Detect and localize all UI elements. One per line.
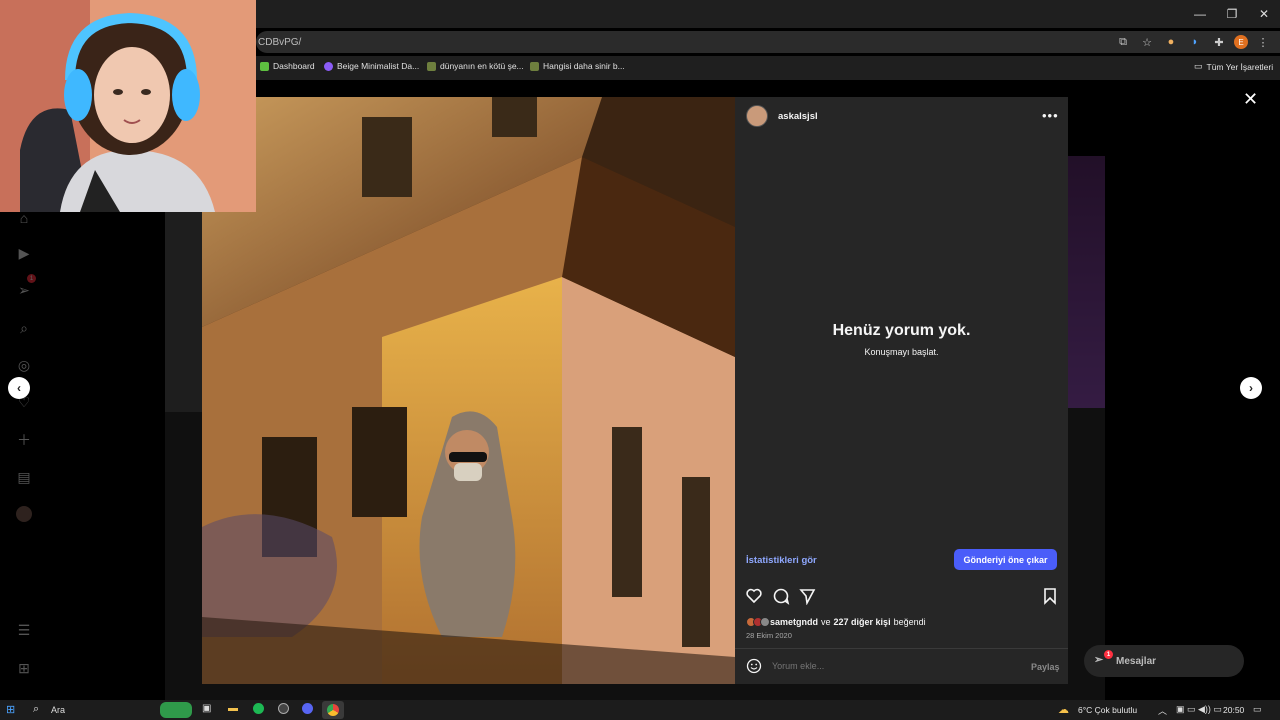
url-text[interactable]: CDBvPG/	[258, 37, 301, 48]
likers-avatars	[746, 617, 770, 627]
post-date: 28 Ekim 2020	[746, 631, 792, 640]
post-actions	[746, 587, 1058, 606]
more-options-icon[interactable]: •••	[1042, 108, 1059, 123]
all-bookmarks[interactable]: ▭ Tüm Yer İşaretleri	[1194, 61, 1273, 72]
bookmark-hangisi[interactable]: Hangisi daha sinir b...	[530, 61, 625, 71]
messages-send-icon: ➢	[1094, 654, 1104, 666]
post-comment-button[interactable]: Paylaş	[1031, 662, 1060, 672]
post-image	[202, 97, 735, 684]
messages-pill[interactable]: ➢ 1 Mesajlar	[1084, 645, 1244, 677]
likes-summary[interactable]: sametgndd ve 227 diğer kişi beğendi	[746, 617, 926, 627]
install-app-icon[interactable]: ⧉	[1114, 33, 1132, 51]
window-controls: — ❐ ✕	[1184, 0, 1280, 28]
like-heart-icon[interactable]	[746, 588, 762, 604]
clock[interactable]: 20:50	[1223, 705, 1244, 715]
canva-favicon-icon	[324, 61, 333, 71]
previous-post-chevron-left-icon[interactable]: ‹	[8, 377, 30, 399]
view-insights-link[interactable]: İstatistikleri gör	[746, 555, 817, 566]
bookmark-favicon-icon	[427, 61, 436, 71]
discord-icon[interactable]	[302, 703, 313, 714]
messages-label: Mesajlar	[1116, 655, 1157, 667]
extension-wave-icon[interactable]: ◗	[1186, 33, 1204, 51]
close-window-icon[interactable]: ✕	[1248, 0, 1280, 28]
panel-divider	[735, 648, 1068, 649]
taskbar-search[interactable]: Ara	[51, 705, 65, 715]
file-explorer-icon[interactable]: ▬	[228, 703, 238, 714]
no-comments-title: Henüz yorum yok.	[832, 322, 971, 339]
save-bookmark-icon[interactable]	[1044, 588, 1056, 605]
app-icon[interactable]	[278, 703, 289, 714]
dashboard-favicon-icon	[260, 61, 269, 71]
taskbar-widget-icon[interactable]	[160, 702, 192, 718]
notifications-icon[interactable]: ▭	[1253, 704, 1262, 715]
extensions-puzzle-icon[interactable]: ✚	[1210, 33, 1228, 51]
chrome-taskbar-button[interactable]	[322, 701, 344, 719]
emoji-icon[interactable]	[746, 658, 762, 674]
extension-icon[interactable]: ●	[1162, 33, 1180, 51]
bookmark-dashboard[interactable]: Dashboard	[260, 61, 315, 71]
folder-icon: ▭	[1194, 61, 1203, 71]
post-author-avatar[interactable]	[746, 105, 768, 127]
comment-input[interactable]	[772, 661, 1012, 671]
post-author-username[interactable]: askalsjsl	[778, 111, 818, 122]
bookmark-beige[interactable]: Beige Minimalist Da...	[324, 61, 419, 71]
chrome-icon	[327, 704, 339, 716]
messages-badge: 1	[1104, 650, 1113, 659]
profile-avatar[interactable]: E	[1234, 35, 1248, 49]
share-send-icon[interactable]	[799, 589, 816, 606]
task-view-icon[interactable]: ▣	[202, 703, 211, 714]
bookmark-star-icon[interactable]: ☆	[1138, 33, 1156, 51]
tray-apps-icon[interactable]: ▣ ▭ ◀)) ▭	[1176, 704, 1222, 715]
comment-icon[interactable]	[773, 588, 790, 605]
tray-chevron-up-icon[interactable]: ︿	[1158, 704, 1167, 717]
bookmark-favicon-icon	[530, 61, 539, 71]
post-photo[interactable]	[202, 97, 735, 684]
spotify-icon[interactable]	[253, 703, 264, 714]
next-post-chevron-right-icon[interactable]: ›	[1240, 377, 1262, 399]
close-icon[interactable]: ✕	[1243, 89, 1258, 110]
liker-username[interactable]: sametgndd	[770, 617, 818, 627]
streamer-webcam-image	[0, 0, 256, 212]
windows-start-icon[interactable]: ⊞	[6, 703, 15, 716]
browser-toolbar: ⧉ ☆ ● ◗ ✚ E ⋮	[1114, 33, 1272, 51]
boost-post-button[interactable]: Gönderiyi öne çıkar	[954, 549, 1057, 570]
bookmark-dunyanin[interactable]: dünyanın en kötü şe...	[427, 61, 524, 71]
weather-icon: ☁	[1058, 704, 1069, 716]
taskbar-search-icon[interactable]: ⌕	[33, 703, 39, 716]
minimize-icon[interactable]: —	[1184, 0, 1216, 28]
webcam-overlay	[0, 0, 256, 212]
restore-icon[interactable]: ❐	[1216, 0, 1248, 28]
start-conversation-text: Konuşmayı başlat.	[864, 347, 939, 357]
browser-menu-icon[interactable]: ⋮	[1254, 33, 1272, 51]
weather-text[interactable]: 6°C Çok bulutlu	[1078, 705, 1137, 715]
other-likers[interactable]: 227 diğer kişi	[834, 617, 891, 627]
